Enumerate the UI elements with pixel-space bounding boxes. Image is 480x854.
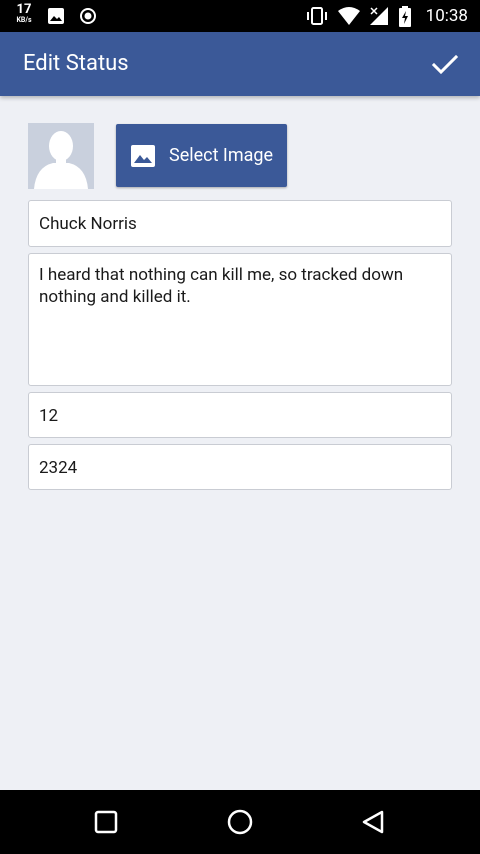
network-speed-value: 17 [16,2,32,17]
check-icon [431,54,459,75]
confirm-button[interactable] [430,50,460,80]
network-speed-unit: KB/s [16,16,32,24]
clock: 10:38 [425,6,468,26]
number-field-1[interactable]: 12 [28,392,452,438]
signal-icon [370,7,388,25]
wifi-icon [338,7,360,25]
recents-button[interactable] [93,809,119,839]
image-icon [131,145,155,167]
record-icon [80,8,96,24]
select-image-button[interactable]: Select Image [116,124,287,187]
home-button[interactable] [226,809,254,841]
square-icon [94,810,118,834]
back-button[interactable] [360,809,388,841]
person-silhouette-icon [28,123,94,189]
triangle-back-icon [362,810,384,834]
vibrate-icon [307,7,327,25]
name-field[interactable]: Chuck Norris [28,200,452,247]
circle-icon [227,809,253,835]
page-title: Edit Status [23,51,129,76]
battery-charging-icon [399,6,411,27]
select-image-label: Select Image [169,145,274,166]
edit-status-form: Select Image Chuck Norris I heard that n… [0,96,480,790]
avatar[interactable] [28,123,94,189]
app-bar: Edit Status [0,32,480,96]
status-bar: 17 KB/s 10:38 [0,0,480,32]
number-field-2[interactable]: 2324 [28,444,452,490]
network-speed: 17 KB/s [10,3,38,24]
status-text-field[interactable]: I heard that nothing can kill me, so tra… [28,253,452,386]
navigation-bar [0,790,480,854]
gallery-icon [48,8,64,24]
